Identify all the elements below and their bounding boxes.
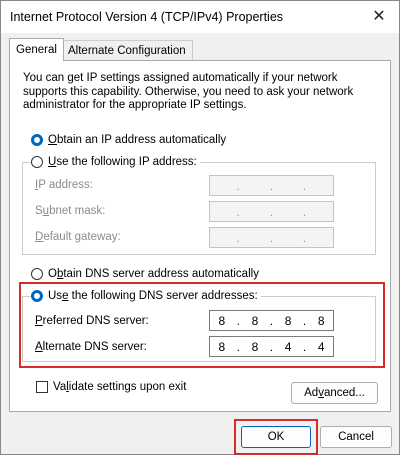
ip-address-label: IP address:	[35, 179, 93, 191]
default-gateway-input[interactable]: . . .	[209, 227, 334, 248]
radio-indicator	[31, 134, 43, 146]
validate-settings-label: Validate settings upon exit	[53, 381, 187, 393]
obtain-ip-automatically-radio[interactable]: Obtain an IP address automatically	[31, 132, 226, 148]
preferred-dns-label: Preferred DNS server:	[35, 315, 149, 327]
obtain-ip-automatically-label: Obtain an IP address automatically	[48, 134, 227, 146]
preferred-dns-input[interactable]: 8. 8. 8. 8	[209, 310, 334, 331]
tab-general[interactable]: General	[9, 38, 64, 61]
window-title: Internet Protocol Version 4 (TCP/IPv4) P…	[10, 10, 284, 24]
obtain-dns-automatically-label: Obtain DNS server address automatically	[48, 268, 259, 280]
description-text: You can get IP settings assigned automat…	[23, 72, 354, 111]
alternate-dns-input[interactable]: 8. 8. 4. 4	[209, 336, 334, 357]
alternate-dns-label: Alternate DNS server:	[35, 341, 147, 353]
use-following-dns-radio[interactable]: Use the following DNS server addresses:	[31, 288, 261, 304]
default-gateway-label: Default gateway:	[35, 231, 121, 243]
validate-settings-checkbox[interactable]: Validate settings upon exit	[36, 379, 186, 395]
use-following-ip-label: Use the following IP address:	[48, 156, 197, 168]
advanced-button[interactable]: Advanced...	[291, 382, 378, 404]
subnet-mask-label: Subnet mask:	[35, 205, 106, 217]
tcpip-properties-dialog: Internet Protocol Version 4 (TCP/IPv4) P…	[0, 0, 400, 455]
title-bar: Internet Protocol Version 4 (TCP/IPv4) P…	[1, 1, 399, 33]
close-icon[interactable]: ✕	[365, 5, 393, 29]
radio-indicator	[31, 156, 43, 168]
tab-alternate-configuration[interactable]: Alternate Configuration	[61, 40, 193, 60]
obtain-dns-automatically-radio[interactable]: Obtain DNS server address automatically	[31, 266, 259, 282]
checkbox-indicator	[36, 381, 48, 393]
ip-address-input[interactable]: . . .	[209, 175, 334, 196]
ok-button[interactable]: OK	[241, 426, 311, 448]
radio-indicator	[31, 290, 43, 302]
use-following-dns-label: Use the following DNS server addresses:	[48, 290, 258, 302]
cancel-button[interactable]: Cancel	[320, 426, 392, 448]
radio-indicator	[31, 268, 43, 280]
subnet-mask-input[interactable]: . . .	[209, 201, 334, 222]
use-following-ip-radio[interactable]: Use the following IP address:	[31, 154, 200, 170]
